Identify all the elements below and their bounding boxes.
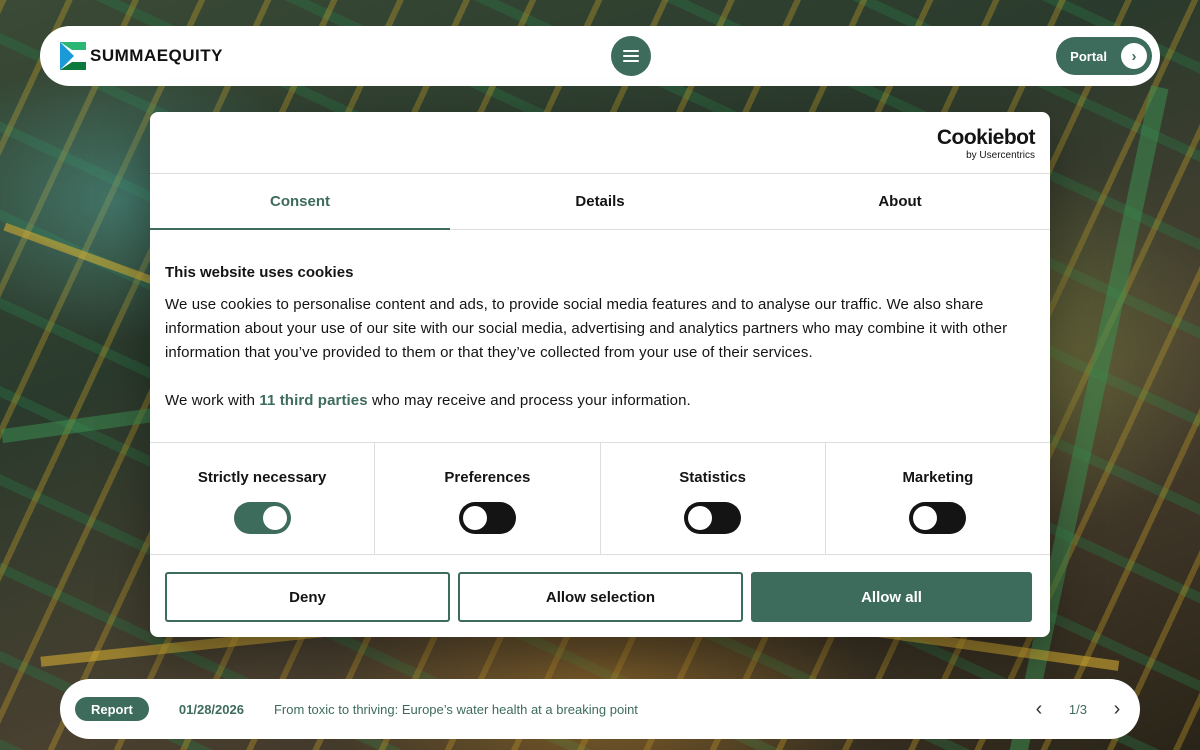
chevron-right-icon: › — [1121, 43, 1147, 69]
news-date: 01/28/2026 — [178, 701, 244, 717]
page-indicator: 1/3 — [1068, 701, 1087, 717]
brand-name: SUMMAEQUITY — [90, 46, 223, 65]
category-strictly-necessary: Strictly necessary — [150, 443, 376, 554]
deny-button[interactable]: Deny — [165, 572, 450, 622]
category-label: Strictly necessary — [197, 469, 327, 486]
consent-description: We use cookies to personalise content an… — [165, 296, 1008, 361]
preferences-toggle[interactable] — [458, 502, 516, 534]
category-label: Preferences — [444, 469, 531, 486]
third-party-notice: We work with 11 third parties who may re… — [165, 389, 1035, 413]
consent-body: This website uses cookies We use cookies… — [150, 230, 1050, 442]
category-marketing: Marketing — [826, 443, 1050, 554]
category-label: Statistics — [679, 469, 746, 486]
brand-logo[interactable]: SUMMAEQUITY — [60, 42, 223, 70]
toggle-knob — [913, 506, 938, 530]
third-parties-link[interactable]: 11 third parties — [259, 392, 367, 409]
background-rail — [3, 222, 157, 286]
hamburger-icon — [623, 50, 639, 62]
toggle-knob — [262, 506, 287, 530]
third-party-suffix: who may receive and process your informa… — [367, 392, 691, 409]
statistics-toggle[interactable] — [684, 502, 742, 534]
consent-categories: Strictly necessary Preferences Statistic… — [150, 442, 1050, 555]
strictly-necessary-toggle[interactable] — [233, 502, 291, 534]
consent-heading: This website uses cookies — [165, 264, 354, 281]
cookiebot-logo[interactable]: Cookiebot by Usercentrics — [936, 126, 1036, 162]
allow-selection-button[interactable]: Allow selection — [458, 572, 743, 622]
tab-details[interactable]: Details — [450, 174, 750, 229]
toggle-knob — [462, 506, 487, 530]
site-header: SUMMAEQUITY Portal › — [40, 26, 1160, 86]
category-statistics: Statistics — [601, 443, 826, 554]
tab-about[interactable]: About — [750, 174, 1050, 229]
dialog-header: Cookiebot by Usercentrics — [150, 112, 1050, 174]
summa-logo-icon — [60, 42, 86, 70]
news-headline-link[interactable]: From toxic to thriving: Europe’s water h… — [274, 702, 638, 717]
marketing-toggle[interactable] — [909, 502, 967, 534]
cookiebot-subtitle: by Usercentrics — [966, 150, 1035, 161]
toggle-knob — [688, 506, 713, 530]
category-label: Marketing — [902, 469, 974, 486]
third-party-prefix: We work with — [165, 392, 260, 409]
tab-consent[interactable]: Consent — [150, 174, 450, 230]
news-pager: ‹ 1/3 › — [1031, 699, 1125, 719]
portal-label: Portal — [1070, 48, 1107, 64]
chevron-left-icon[interactable]: ‹ — [1031, 699, 1047, 719]
allow-all-button[interactable]: Allow all — [751, 572, 1032, 622]
portal-button[interactable]: Portal › — [1056, 37, 1152, 75]
dialog-tabs: Consent Details About — [150, 174, 1050, 230]
consent-actions: Deny Allow selection Allow all — [150, 555, 1050, 622]
news-ticker: Report 01/28/2026 From toxic to thriving… — [60, 679, 1140, 739]
chevron-right-icon[interactable]: › — [1109, 699, 1125, 719]
menu-button[interactable] — [611, 36, 651, 76]
cookie-consent-dialog: Cookiebot by Usercentrics Consent Detail… — [150, 112, 1050, 637]
category-badge: Report — [75, 697, 149, 721]
category-preferences: Preferences — [375, 443, 601, 554]
cookiebot-wordmark: Cookiebot — [936, 126, 1036, 149]
